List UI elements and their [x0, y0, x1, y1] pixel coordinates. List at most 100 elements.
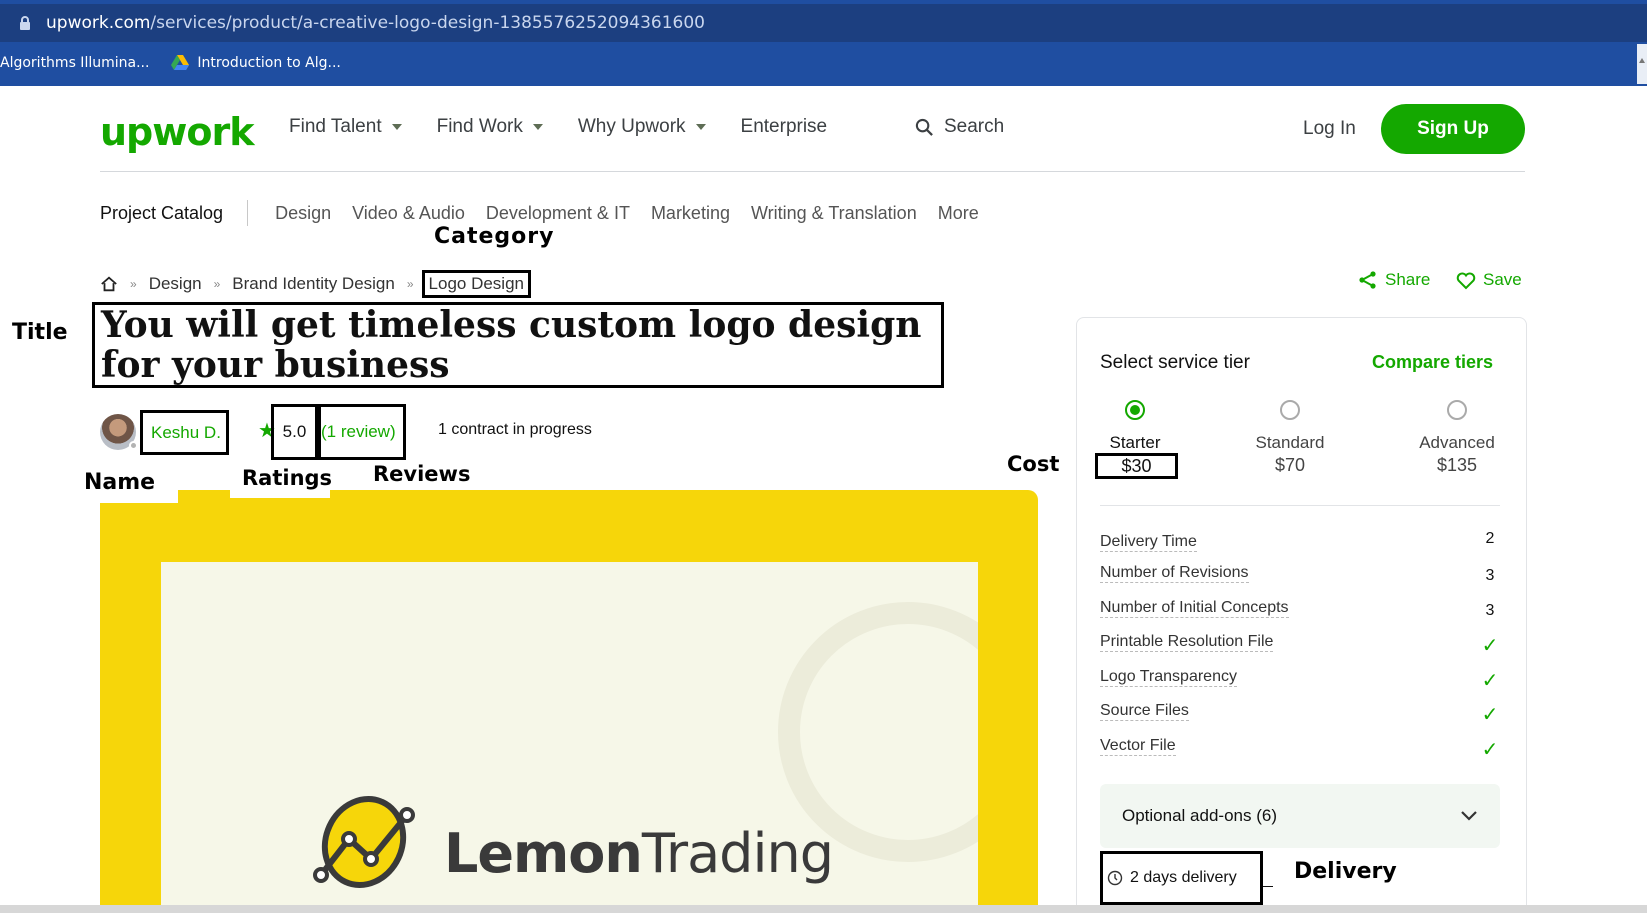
feature-logo-transparency: Logo Transparency [1100, 668, 1237, 687]
gig-gallery[interactable]: LemonTrading [100, 490, 1038, 913]
home-icon[interactable] [100, 275, 118, 293]
upwork-logo[interactable]: upwork [100, 110, 254, 154]
category-nav: Project Catalog Design Video & Audio Dev… [100, 200, 1000, 226]
project-catalog-link[interactable]: Project Catalog [100, 203, 223, 224]
divider [1263, 886, 1273, 887]
breadcrumb-brand-identity[interactable]: Brand Identity Design [232, 274, 395, 294]
radio-unselected[interactable] [1280, 400, 1300, 420]
scroll-up-icon[interactable] [1639, 58, 1645, 63]
breadcrumb-design[interactable]: Design [149, 274, 202, 294]
main-nav: Find Talent Find Work Why Upwork Enterpr… [289, 116, 862, 138]
nav-find-talent[interactable]: Find Talent [289, 116, 402, 138]
login-link[interactable]: Log In [1303, 118, 1356, 140]
share-label: Share [1385, 270, 1431, 289]
search-button[interactable]: Search [915, 116, 1004, 138]
delivery-time: 2 days delivery [1100, 851, 1263, 905]
signup-button[interactable]: Sign Up [1381, 104, 1525, 154]
address-bar[interactable]: upwork.com/services/product/a-creative-l… [0, 4, 1647, 42]
gallery-brand-text: LemonTrading [444, 822, 834, 885]
online-status-dot [129, 441, 138, 450]
rating-value: 5.0 [271, 404, 318, 460]
bookmark-algorithms[interactable]: Algorithms Illumina... [0, 55, 149, 71]
url-path: /services/product/a-creative-logo-design… [150, 13, 705, 33]
scrollbar-track[interactable] [1637, 44, 1647, 84]
annotation-delivery: Delivery [1294, 859, 1397, 884]
annotation-reviews: Reviews [373, 462, 471, 486]
breadcrumb: » Design » Brand Identity Design » Logo … [100, 270, 531, 298]
feature-source-files: Source Files [1100, 702, 1189, 721]
gig-title: You will get timeless custom logo design… [101, 304, 922, 386]
tier-price: $135 [1436, 455, 1478, 475]
share-button[interactable]: Share [1358, 270, 1430, 290]
save-label: Save [1483, 270, 1522, 289]
divider [247, 200, 249, 226]
annotation-ratings: Ratings [230, 466, 332, 498]
feature-revisions: Number of Revisions [1100, 564, 1249, 583]
pricing-heading: Select service tier [1100, 352, 1250, 373]
caret-down-icon [695, 124, 706, 130]
search-icon [915, 118, 933, 136]
tier-name: Standard [1255, 433, 1325, 452]
save-button[interactable]: Save [1456, 270, 1522, 290]
category-marketing[interactable]: Marketing [651, 203, 730, 224]
tier-advanced[interactable]: Advanced $135 [1402, 400, 1512, 476]
delivery-label: 2 days delivery [1130, 869, 1237, 886]
bookmarks-bar: Algorithms Illumina... Introduction to A… [0, 48, 363, 78]
lock-icon [20, 16, 30, 30]
bookmark-label: Introduction to Alg... [197, 55, 341, 71]
category-design[interactable]: Design [275, 203, 331, 224]
feature-delivery-time: Delivery Time [1100, 533, 1197, 552]
category-more[interactable]: More [938, 203, 979, 224]
check-icon: ✓ [1481, 739, 1499, 761]
lemon-chart-icon [313, 796, 415, 888]
annotation-title: Title [12, 320, 68, 345]
brand-light: Trading [641, 822, 834, 885]
reviews-link[interactable]: (1 review) [318, 404, 406, 460]
contracts-in-progress: 1 contract in progress [438, 421, 592, 438]
gallery-image: LemonTrading [161, 562, 978, 913]
google-drive-icon [171, 55, 190, 70]
nav-find-work[interactable]: Find Work [437, 116, 543, 138]
chevron-icon: » [406, 277, 414, 291]
tier-standard[interactable]: Standard $70 [1235, 400, 1345, 476]
check-icon: ✓ [1481, 635, 1499, 657]
seller-name-link[interactable]: Keshu D. [140, 410, 229, 455]
annotation-category: Category [434, 224, 555, 249]
share-icon [1359, 271, 1376, 289]
nav-label: Find Talent [289, 116, 382, 137]
category-video-audio[interactable]: Video & Audio [352, 203, 465, 224]
feature-vector-file: Vector File [1100, 737, 1176, 756]
url-text: upwork.com/services/product/a-creative-l… [46, 13, 705, 33]
breadcrumb-logo-design[interactable]: Logo Design [421, 270, 531, 298]
tier-starter[interactable]: Starter [1080, 400, 1190, 454]
radio-unselected[interactable] [1447, 400, 1467, 420]
browser-chrome: upwork.com/services/product/a-creative-l… [0, 0, 1647, 86]
tier-price: $70 [1274, 455, 1306, 475]
url-domain: upwork.com [46, 13, 151, 33]
horizontal-scrollbar[interactable] [0, 905, 1647, 913]
optional-addons-toggle[interactable]: Optional add-ons (6) [1100, 784, 1500, 848]
nav-enterprise[interactable]: Enterprise [741, 116, 828, 138]
chevron-icon: » [130, 277, 137, 291]
nav-label: Why Upwork [577, 116, 686, 137]
bookmark-label: Algorithms Illumina... [0, 55, 150, 71]
compare-tiers-link[interactable]: Compare tiers [1372, 352, 1493, 373]
clock-icon [1107, 870, 1123, 886]
heart-icon [1456, 272, 1476, 289]
chevron-down-icon [1461, 811, 1477, 821]
category-development-it[interactable]: Development & IT [486, 203, 630, 224]
category-writing-translation[interactable]: Writing & Translation [751, 203, 917, 224]
tier-name: Advanced [1419, 433, 1495, 452]
caret-down-icon [532, 124, 543, 130]
caret-down-icon [391, 124, 402, 130]
tier-name: Starter [1109, 433, 1161, 452]
radio-selected[interactable] [1125, 400, 1145, 420]
check-icon: ✓ [1481, 670, 1499, 692]
divider [1100, 505, 1500, 506]
feature-value: 3 [1485, 567, 1495, 584]
feature-printable-resolution: Printable Resolution File [1100, 633, 1274, 652]
nav-why-upwork[interactable]: Why Upwork [578, 116, 706, 138]
bookmark-intro-algorithms[interactable]: Introduction to Alg... [171, 55, 341, 71]
chevron-icon: » [213, 277, 221, 291]
feature-value: 2 [1485, 530, 1495, 547]
